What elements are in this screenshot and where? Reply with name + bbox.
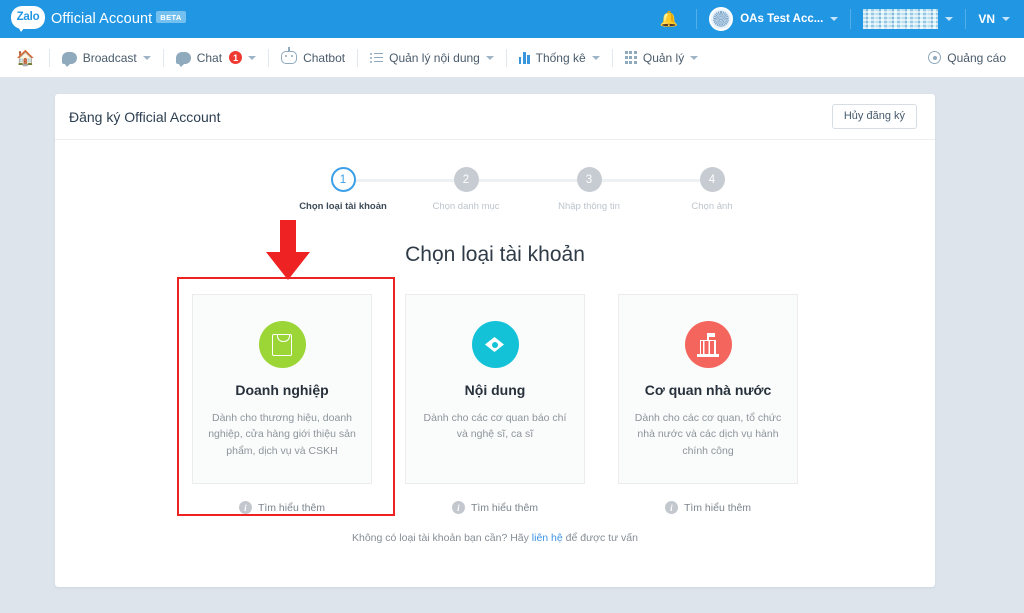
learn-more-label: Tìm hiểu thêm xyxy=(470,501,539,514)
account-switcher[interactable]: OAs Test Acc... xyxy=(707,7,840,31)
learn-more-link[interactable]: i Tìm hiểu thêm xyxy=(238,501,326,514)
chevron-down-icon xyxy=(830,17,839,21)
shopping-bag-icon xyxy=(258,321,306,368)
registration-panel: Đăng ký Official Account Hủy đăng ký 1 C… xyxy=(55,94,935,587)
top-bar-right: 🔔 OAs Test Acc... VN xyxy=(652,0,1024,38)
zalo-logo-text: Zalo xyxy=(16,11,40,23)
brand-title: Official Account xyxy=(51,11,153,27)
contact-note-before: Không có loại tài khoản bạn cần? Hãy xyxy=(352,532,532,544)
step-label: Chọn loại tài khoản xyxy=(299,201,387,212)
section-heading: Chọn loại tài khoản xyxy=(405,243,585,266)
info-icon: i xyxy=(664,501,678,514)
stepper-step-2[interactable]: 2 Chọn danh mục xyxy=(423,167,509,212)
learn-more-label: Tìm hiểu thêm xyxy=(683,501,752,514)
account-name: OAs Test Acc... xyxy=(740,13,824,25)
user-menu[interactable] xyxy=(861,9,955,29)
nav-item-content-management[interactable]: Quản lý nội dung xyxy=(358,38,506,78)
step-label: Nhập thông tin xyxy=(558,201,620,212)
card-title: Nội dung xyxy=(464,382,526,398)
chevron-down-icon xyxy=(248,55,257,60)
chat-bubble-icon xyxy=(175,51,191,67)
step-number: 3 xyxy=(576,167,602,192)
card-title: Cơ quan nhà nước xyxy=(644,382,772,398)
media-eye-icon xyxy=(471,321,519,368)
contact-note: Không có loại tài khoản bạn cần? Hãy liê… xyxy=(55,532,935,544)
nav-item-chatbot[interactable]: Chatbot xyxy=(269,38,357,78)
chat-bubble-icon xyxy=(61,51,77,67)
card-description: Dành cho các cơ quan báo chí và nghệ sĩ,… xyxy=(423,412,567,441)
blurred-username xyxy=(863,9,939,29)
nav-label: Thống kê xyxy=(535,50,586,65)
home-icon: 🏠 xyxy=(16,49,35,67)
nav-home[interactable]: 🏠 xyxy=(0,38,49,78)
zalo-logo-icon: Zalo xyxy=(11,5,45,33)
stepper-step-4[interactable]: 4 Chọn ảnh xyxy=(669,167,755,212)
info-icon: i xyxy=(451,501,465,514)
contact-note-after: để được tư vấn xyxy=(562,532,638,544)
target-icon xyxy=(928,51,942,64)
info-icon: i xyxy=(238,501,252,514)
nav-label: Quảng cáo xyxy=(947,50,1006,65)
card-body[interactable]: Doanh nghiệp Dành cho thương hiệu, doanh… xyxy=(192,294,372,484)
page-title: Đăng ký Official Account xyxy=(69,108,221,125)
contact-link[interactable]: liên hệ xyxy=(532,532,563,544)
learn-more-link[interactable]: i Tìm hiểu thêm xyxy=(664,501,752,514)
nav-item-management[interactable]: Quản lý xyxy=(613,38,711,78)
avatar xyxy=(709,7,734,31)
nav-label: Quản lý xyxy=(642,50,685,65)
card-body[interactable]: Cơ quan nhà nước Dành cho các cơ quan, t… xyxy=(618,294,798,484)
chevron-down-icon xyxy=(591,55,600,60)
brand-logo[interactable]: Zalo Official Account BETA xyxy=(11,5,186,33)
chevron-down-icon xyxy=(1002,17,1010,21)
nav-item-ads[interactable]: Quảng cáo xyxy=(916,38,1024,78)
government-building-icon xyxy=(684,321,732,368)
nav-label: Quản lý nội dung xyxy=(389,50,480,65)
divider xyxy=(850,9,852,29)
language-label: VN xyxy=(978,12,995,26)
stepper-step-1[interactable]: 1 Chọn loại tài khoản xyxy=(299,167,387,212)
learn-more-link[interactable]: i Tìm hiểu thêm xyxy=(451,501,539,514)
account-type-content[interactable]: Nội dung Dành cho các cơ quan báo chí và… xyxy=(405,294,585,514)
language-selector[interactable]: VN xyxy=(976,12,1012,26)
divider xyxy=(696,9,698,29)
card-description: Dành cho các cơ quan, tổ chức nhà nước v… xyxy=(634,412,782,457)
grid-icon xyxy=(624,51,637,64)
nav-label: Broadcast xyxy=(82,50,137,65)
step-number: 4 xyxy=(699,167,725,192)
step-label: Chọn danh mục xyxy=(432,201,500,212)
step-number: 2 xyxy=(453,167,479,192)
step-label: Chọn ảnh xyxy=(691,201,733,212)
step-number: 1 xyxy=(330,167,356,192)
nav-label: Chat xyxy=(196,50,223,65)
chevron-down-icon xyxy=(945,17,954,21)
stepper: 1 Chọn loại tài khoản 2 Chọn danh mục 3 … xyxy=(280,167,733,219)
account-type-business[interactable]: Doanh nghiệp Dành cho thương hiệu, doanh… xyxy=(192,294,372,514)
beta-badge: BETA xyxy=(156,10,186,23)
nav-right: Quảng cáo xyxy=(916,38,1024,78)
list-icon xyxy=(370,52,384,63)
chevron-down-icon xyxy=(690,55,699,60)
main-nav: 🏠 Broadcast Chat 1 Chatbot Quản lý nội d… xyxy=(0,38,1024,78)
chevron-down-icon xyxy=(485,55,494,60)
top-bar: Zalo Official Account BETA 🔔 OAs Test Ac… xyxy=(0,0,1024,38)
panel-header: Đăng ký Official Account Hủy đăng ký xyxy=(55,94,935,140)
card-body[interactable]: Nội dung Dành cho các cơ quan báo chí và… xyxy=(405,294,585,484)
divider xyxy=(965,9,967,29)
nav-item-broadcast[interactable]: Broadcast xyxy=(50,38,163,78)
card-title: Doanh nghiệp xyxy=(235,382,329,398)
account-type-cards: Doanh nghiệp Dành cho thương hiệu, doanh… xyxy=(55,294,935,514)
stepper-step-3[interactable]: 3 Nhập thông tin xyxy=(546,167,632,212)
learn-more-label: Tìm hiểu thêm xyxy=(257,501,326,514)
nav-label: Chatbot xyxy=(303,50,346,65)
account-type-government[interactable]: Cơ quan nhà nước Dành cho các cơ quan, t… xyxy=(618,294,798,514)
robot-icon xyxy=(281,47,298,64)
bar-chart-icon xyxy=(518,51,530,64)
chat-unread-badge: 1 xyxy=(229,51,243,64)
bell-icon[interactable]: 🔔 xyxy=(652,12,687,27)
chevron-down-icon xyxy=(142,55,151,60)
card-description: Dành cho thương hiệu, doanh nghiệp, cửa … xyxy=(208,412,356,457)
nav-item-chat[interactable]: Chat 1 xyxy=(164,38,268,78)
nav-item-statistics[interactable]: Thống kê xyxy=(507,38,612,78)
cancel-registration-button[interactable]: Hủy đăng ký xyxy=(831,104,917,129)
